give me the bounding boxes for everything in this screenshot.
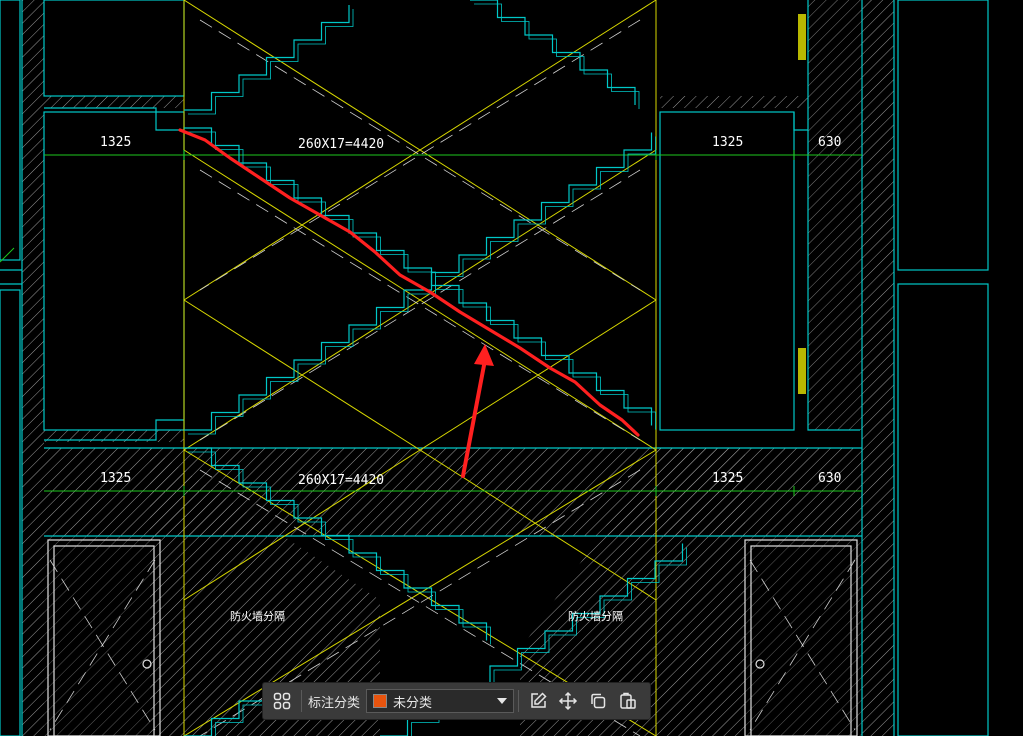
dim-top-left: 1325 — [100, 135, 131, 150]
dim-top-extra: 630 — [818, 135, 841, 150]
wall-hatch — [22, 0, 894, 736]
toolbar-divider — [518, 690, 520, 712]
edit-button[interactable] — [523, 686, 553, 716]
note-firewall-right: 防火墙分隔 — [568, 609, 623, 623]
dim-bottom-run: 260X17=4420 — [298, 473, 384, 488]
edit-icon — [531, 692, 547, 708]
toolbar-divider — [301, 690, 302, 712]
window-strips — [798, 14, 806, 394]
dim-top-right: 1325 — [712, 135, 743, 150]
grid-icon — [273, 692, 291, 710]
category-label: 标注分类 — [308, 695, 361, 711]
stair-run-inner — [474, 3, 640, 109]
annotation-toolbar: 标注分类 未分类 — [263, 683, 650, 719]
chevron-down-icon — [497, 698, 508, 704]
move-button[interactable] — [553, 686, 583, 716]
dim-top-run: 260X17=4420 — [298, 137, 384, 152]
note-firewall-left: 防火墙分隔 — [230, 609, 285, 623]
stair-run — [470, 0, 636, 105]
cad-drawing-canvas[interactable]: 1325 260X17=4420 1325 630 1325 260X17=44… — [0, 0, 1023, 736]
paste-icon — [620, 692, 636, 709]
move-icon — [558, 691, 578, 711]
dim-bottom-left: 1325 — [100, 471, 131, 486]
category-color-swatch — [373, 694, 388, 708]
red-markup-line — [178, 128, 640, 437]
copy-icon — [591, 693, 606, 709]
stair-run-inner — [188, 9, 354, 115]
dim-bottom-extra: 630 — [818, 471, 841, 486]
paste-button[interactable] — [613, 686, 643, 716]
copy-button[interactable] — [583, 686, 613, 716]
category-value: 未分类 — [393, 695, 433, 711]
layout-button[interactable] — [267, 686, 297, 716]
stair-run — [184, 132, 653, 431]
category-select[interactable]: 未分类 — [366, 689, 515, 713]
stair-run — [184, 5, 350, 111]
dim-bottom-right: 1325 — [712, 471, 743, 486]
dimension-lines — [0, 150, 862, 496]
